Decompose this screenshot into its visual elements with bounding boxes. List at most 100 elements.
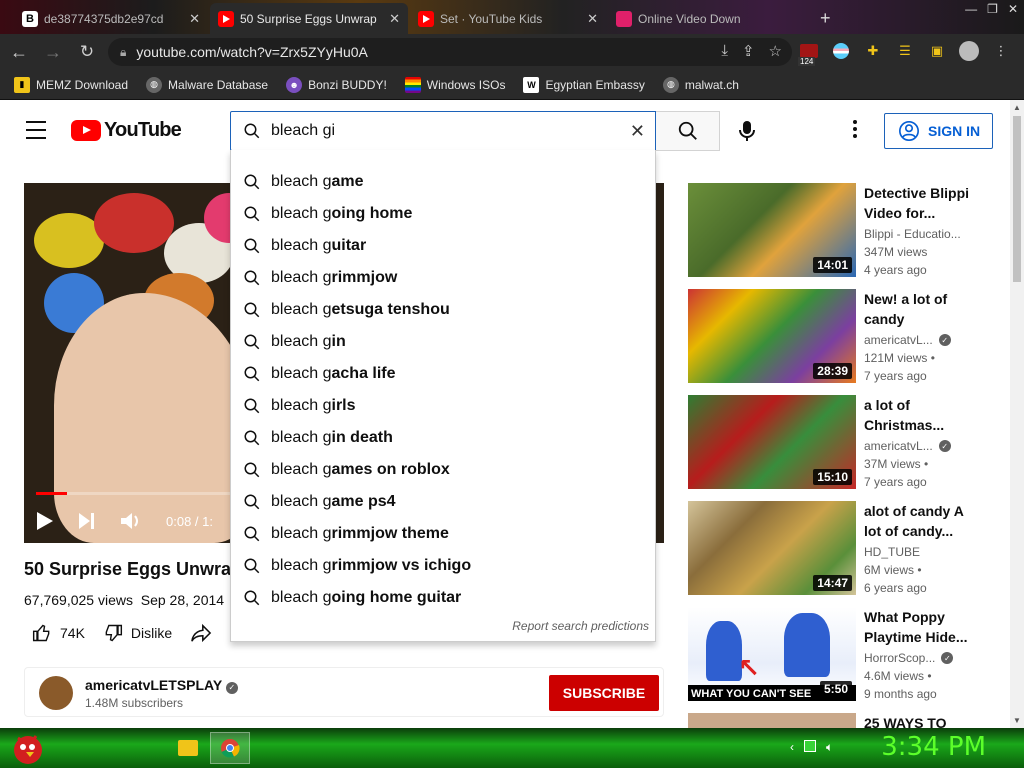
- video-thumbnail[interactable]: 15:10: [688, 395, 856, 489]
- suggestion-item[interactable]: bleach getsuga tenshou: [231, 294, 655, 326]
- minimize-icon[interactable]: —: [965, 2, 977, 16]
- taskbar-explorer[interactable]: [168, 732, 208, 764]
- related-video[interactable]: 14:01 Detective Blippi Video for... Blip…: [688, 183, 998, 277]
- tab-3[interactable]: Online Video Down: [608, 3, 808, 34]
- ublock-icon[interactable]: 124: [798, 40, 820, 66]
- next-icon[interactable]: [78, 512, 96, 530]
- clear-search-icon[interactable]: ✕: [630, 121, 645, 142]
- address-bar[interactable]: 🔒︎ youtube.com/watch?v=Zrx5ZYyHu0A ⤓ ⇪ ☆: [108, 38, 792, 66]
- profile-avatar-icon[interactable]: [958, 40, 980, 62]
- suggestion-item[interactable]: bleach guitar: [231, 230, 655, 262]
- search-icon: [244, 123, 260, 139]
- related-video[interactable]: 15:10 a lot of Christmas... americatvL..…: [688, 395, 998, 489]
- bookmark-star-icon[interactable]: ☆: [769, 42, 782, 60]
- bookmark-malware-db[interactable]: ◍ Malware Database: [146, 76, 268, 93]
- bookmark-egyptian-embassy[interactable]: W Egyptian Embassy: [523, 76, 645, 93]
- suggestion-item[interactable]: bleach going home: [231, 198, 655, 230]
- search-icon: [244, 462, 260, 478]
- suggestion-item[interactable]: bleach grimmjow vs ichigo: [231, 550, 655, 582]
- install-icon[interactable]: ⤓: [721, 42, 728, 60]
- channel-name[interactable]: americatvLETSPLAY ✓: [85, 677, 238, 694]
- reload-icon[interactable]: ↻: [72, 37, 102, 67]
- suggestion-item[interactable]: bleach games on roblox: [231, 454, 655, 486]
- play-icon[interactable]: [36, 511, 54, 531]
- back-arrow-icon[interactable]: ←: [4, 37, 34, 67]
- tab-2[interactable]: Set · YouTube Kids ✕: [410, 3, 606, 34]
- suggestion-item[interactable]: bleach gacha life: [231, 358, 655, 390]
- close-window-icon[interactable]: ✕: [1008, 2, 1018, 16]
- puzzle-icon[interactable]: ✚: [862, 40, 884, 62]
- bookmark-windows-isos[interactable]: Windows ISOs: [404, 76, 505, 93]
- related-video[interactable]: 14:47 alot of candy A lot of candy... HD…: [688, 501, 998, 595]
- video-thumbnail[interactable]: 14:47: [688, 501, 856, 595]
- close-tab-icon[interactable]: ✕: [389, 11, 400, 27]
- browser-tab-strip: B de38774375db2e97cd ✕ 50 Surprise Eggs …: [0, 0, 1024, 34]
- account-circle-icon: [899, 121, 919, 141]
- voice-search-button[interactable]: [737, 120, 757, 147]
- suggestion-item[interactable]: bleach grimmjow: [231, 262, 655, 294]
- like-button[interactable]: 74K: [32, 623, 85, 643]
- forward-arrow-icon[interactable]: →: [38, 37, 68, 67]
- bookmark-malwatch[interactable]: ◍ malwat.ch: [662, 76, 739, 93]
- subscribe-button[interactable]: SUBSCRIBE: [549, 675, 659, 711]
- tab-label: 50 Surprise Eggs Unwrap: [240, 11, 377, 26]
- thumbs-up-icon: [32, 624, 50, 642]
- share-button[interactable]: [190, 623, 212, 643]
- speaker-icon[interactable]: 🔈︎: [826, 740, 833, 755]
- related-video[interactable]: 28:39 New! a lot of candy americatvL... ✓…: [688, 289, 998, 383]
- scrollbar-thumb[interactable]: [1013, 116, 1021, 282]
- search-icon: [244, 206, 260, 222]
- scroll-down-icon[interactable]: ▼: [1013, 716, 1021, 725]
- tab-0[interactable]: B de38774375db2e97cd ✕: [14, 3, 208, 34]
- suggestion-text: bleach going home: [271, 205, 413, 222]
- suggestion-item[interactable]: bleach gin death: [231, 422, 655, 454]
- flag-extension-icon[interactable]: [830, 40, 852, 62]
- suggestion-item[interactable]: bleach grimmjow theme: [231, 518, 655, 550]
- video-thumbnail[interactable]: 14:01: [688, 183, 856, 277]
- taskbar-chrome[interactable]: [210, 732, 250, 764]
- report-predictions-link[interactable]: Report search predictions: [512, 619, 649, 633]
- suggestion-item[interactable]: bleach game: [231, 166, 655, 198]
- search-icon: [244, 590, 260, 606]
- settings-dots-icon[interactable]: [853, 120, 857, 138]
- share-icon[interactable]: ⇪: [742, 42, 755, 60]
- globe-icon: ◍: [662, 76, 679, 93]
- close-tab-icon[interactable]: ✕: [189, 11, 200, 27]
- sign-in-button[interactable]: SIGN IN: [884, 113, 993, 149]
- taskbar-clock[interactable]: 3:34 PM: [881, 732, 986, 762]
- suggestion-item[interactable]: bleach going home guitar: [231, 582, 655, 614]
- video-thumbnail[interactable]: 28:39: [688, 289, 856, 383]
- related-video[interactable]: ↖ WHAT YOU CAN'T SEE 5:50 What Poppy Pla…: [688, 607, 998, 701]
- video-thumbnail[interactable]: ↖ WHAT YOU CAN'T SEE 5:50: [688, 607, 856, 701]
- related-video[interactable]: 25 WAYS TO: [688, 713, 998, 728]
- volume-icon[interactable]: [120, 511, 142, 531]
- suggestion-item[interactable]: bleach gin: [231, 326, 655, 358]
- youtube-logo[interactable]: YouTube: [71, 119, 182, 142]
- search-input[interactable]: [271, 122, 611, 140]
- suggestion-item[interactable]: bleach girls: [231, 390, 655, 422]
- video-thumbnail[interactable]: [688, 713, 856, 728]
- search-button[interactable]: [656, 111, 720, 151]
- network-icon[interactable]: [804, 740, 816, 752]
- playlist-icon[interactable]: ☰: [894, 40, 916, 62]
- sidepanel-icon[interactable]: ▣: [926, 40, 948, 62]
- channel-avatar[interactable]: [39, 676, 73, 710]
- start-button[interactable]: [8, 730, 48, 766]
- tab-1[interactable]: 50 Surprise Eggs Unwrap ✕: [210, 3, 408, 34]
- dislike-button[interactable]: Dislike: [103, 623, 172, 643]
- bookmark-bonzi[interactable]: ☻ Bonzi BUDDY!: [286, 76, 387, 93]
- page-scrollbar[interactable]: ▲ ▼: [1010, 100, 1024, 728]
- new-tab-icon[interactable]: +: [812, 3, 842, 34]
- system-tray: ‹ 🔈︎: [790, 740, 833, 755]
- hamburger-menu-icon[interactable]: [26, 121, 46, 139]
- maximize-icon[interactable]: ❐: [987, 2, 998, 16]
- browser-menu-icon[interactable]: ⋮: [990, 40, 1012, 62]
- close-tab-icon[interactable]: ✕: [587, 11, 598, 27]
- rainbow-flag-icon: [404, 76, 421, 93]
- scroll-up-icon[interactable]: ▲: [1013, 103, 1021, 112]
- thumbnail-overlay-text: WHAT YOU CAN'T SEE: [691, 688, 812, 700]
- verified-check-icon: ✓: [941, 652, 954, 664]
- tray-expand-icon[interactable]: ‹: [790, 740, 794, 755]
- bookmark-memz[interactable]: ▮ MEMZ Download: [14, 76, 128, 93]
- suggestion-item[interactable]: bleach game ps4: [231, 486, 655, 518]
